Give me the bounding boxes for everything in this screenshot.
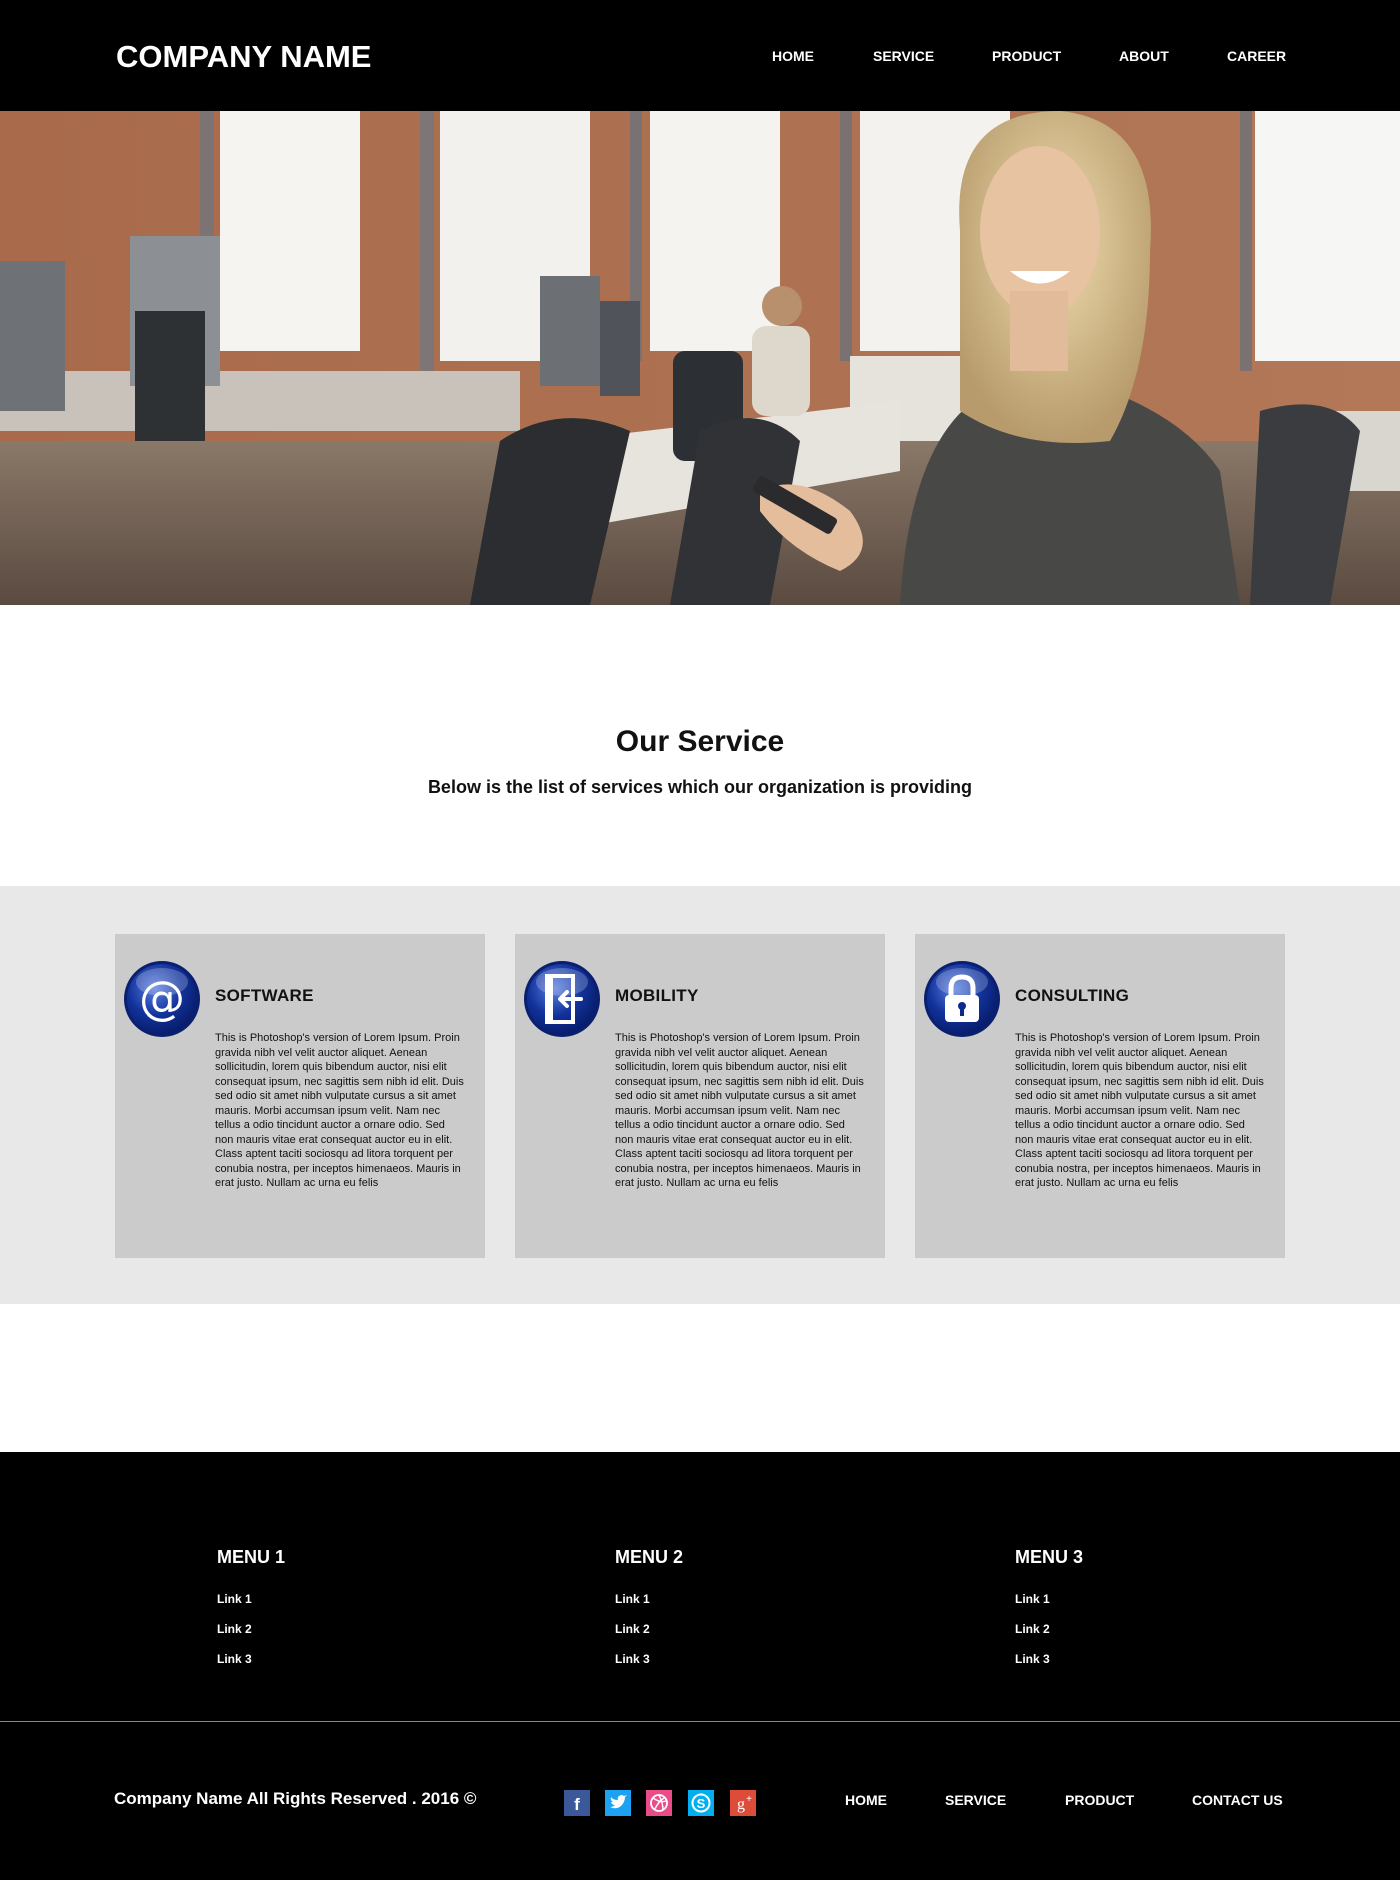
service-title: SOFTWARE — [215, 986, 314, 1005]
facebook-icon[interactable]: f — [564, 1790, 590, 1816]
footer-link[interactable]: Link 1 — [615, 1592, 683, 1606]
service-title: CONSULTING — [1015, 986, 1130, 1005]
service-description: This is Photoshop's version of Lorem Ips… — [215, 1032, 464, 1189]
dribbble-icon[interactable] — [646, 1790, 672, 1816]
company-logo[interactable]: COMPANY NAME — [116, 39, 371, 75]
footer-menu-2: MENU 2 Link 1 Link 2 Link 3 — [615, 1546, 683, 1682]
nav-career[interactable]: CAREER — [1227, 48, 1286, 64]
svg-text:g: g — [737, 1796, 745, 1813]
skype-icon[interactable]: S — [688, 1790, 714, 1816]
padlock-icon — [923, 960, 1001, 1038]
footer-link[interactable]: Link 2 — [615, 1622, 683, 1636]
footer-link[interactable]: Link 1 — [1015, 1592, 1083, 1606]
service-description: This is Photoshop's version of Lorem Ips… — [615, 1032, 864, 1189]
nav-product[interactable]: PRODUCT — [992, 48, 1061, 64]
footer-link[interactable]: Link 2 — [1015, 1622, 1083, 1636]
service-card-consulting: CONSULTING This is Photoshop's version o… — [915, 934, 1285, 1258]
svg-text:S: S — [697, 1796, 706, 1811]
footer-menu-1: MENU 1 Link 1 Link 2 Link 3 — [217, 1546, 285, 1682]
footer-menu-title: MENU 3 — [1015, 1547, 1084, 1567]
svg-text:@: @ — [139, 971, 185, 1025]
at-sign-icon: @ — [123, 960, 201, 1038]
service-card-software: @ SOFTWARE This is Photoshop's version o… — [115, 934, 485, 1258]
nav-home[interactable]: HOME — [772, 48, 814, 64]
svg-text:f: f — [574, 1795, 580, 1814]
footer-menu-title: MENU 2 — [615, 1547, 684, 1567]
footer-nav-contact[interactable]: CONTACT US — [1192, 1792, 1283, 1808]
hero-office-illustration — [0, 111, 1400, 605]
footer-link[interactable]: Link 3 — [217, 1652, 285, 1666]
nav-service[interactable]: SERVICE — [873, 48, 934, 64]
nav-about[interactable]: ABOUT — [1119, 48, 1169, 64]
section-title: Our Service — [615, 725, 785, 758]
footer-nav-home[interactable]: HOME — [845, 1792, 887, 1808]
copyright-text: Company Name All Rights Reserved . 2016 … — [114, 1789, 477, 1808]
google-plus-icon[interactable]: g + — [730, 1790, 756, 1816]
service-title: MOBILITY — [615, 986, 699, 1005]
footer-menu-3: MENU 3 Link 1 Link 2 Link 3 — [1015, 1546, 1083, 1682]
service-description: This is Photoshop's version of Lorem Ips… — [1015, 1032, 1264, 1189]
hero-image — [0, 111, 1400, 605]
service-card-mobility: MOBILITY This is Photoshop's version of … — [515, 934, 885, 1258]
site-footer: MENU 1 Link 1 Link 2 Link 3 MENU 2 Link … — [0, 1452, 1400, 1880]
footer-nav-service[interactable]: SERVICE — [945, 1792, 1006, 1808]
footer-nav-product[interactable]: PRODUCT — [1065, 1792, 1134, 1808]
twitter-icon[interactable] — [605, 1790, 631, 1816]
site-header: COMPANY NAME HOME SERVICE PRODUCT ABOUT … — [0, 0, 1400, 111]
footer-divider — [0, 1721, 1400, 1722]
sign-in-icon — [523, 960, 601, 1038]
footer-link[interactable]: Link 1 — [217, 1592, 285, 1606]
footer-link[interactable]: Link 3 — [615, 1652, 683, 1666]
svg-text:+: + — [746, 1794, 752, 1805]
services-band: @ SOFTWARE This is Photoshop's version o… — [0, 886, 1400, 1304]
section-subtitle: Below is the list of services which our … — [427, 777, 973, 797]
footer-link[interactable]: Link 3 — [1015, 1652, 1083, 1666]
footer-menu-title: MENU 1 — [217, 1547, 286, 1567]
footer-link[interactable]: Link 2 — [217, 1622, 285, 1636]
